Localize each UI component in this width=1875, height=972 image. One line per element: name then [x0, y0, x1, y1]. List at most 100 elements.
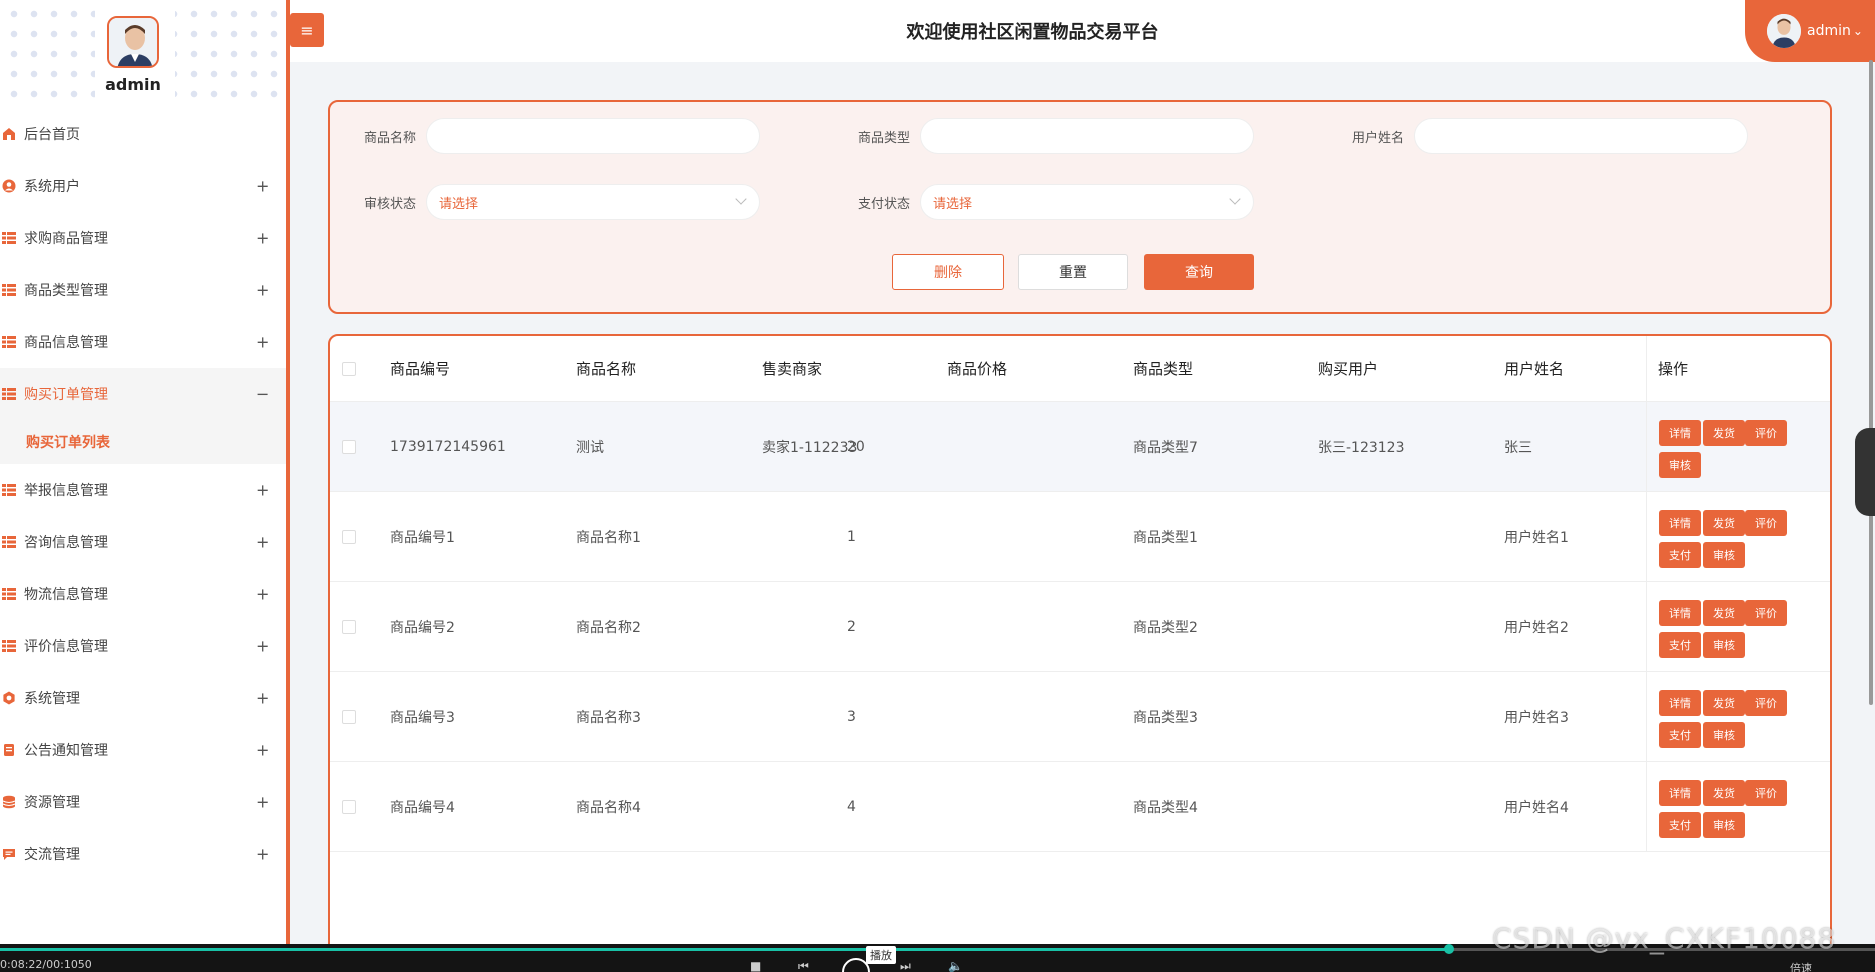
sidebar-item[interactable]: 举报信息管理 +: [0, 464, 286, 516]
row-action-button[interactable]: 发货: [1703, 780, 1745, 806]
next-icon[interactable]: ⏭: [900, 959, 911, 972]
volume-icon[interactable]: 🔈: [948, 959, 963, 972]
table-cell: 商品类型1: [1133, 529, 1198, 546]
row-action-button[interactable]: 审核: [1659, 452, 1701, 478]
row-action-button[interactable]: 详情: [1659, 780, 1701, 806]
column-header[interactable]: 用户姓名: [1504, 358, 1564, 379]
row-action-button[interactable]: 审核: [1703, 542, 1745, 568]
sidebar-item[interactable]: 公告通知管理 +: [0, 724, 286, 776]
column-header[interactable]: 售卖商家: [762, 358, 822, 379]
row-actions: 详情 发货 评价支付 审核: [1646, 762, 1830, 851]
user-icon: [2, 179, 16, 193]
row-action-button[interactable]: 发货: [1703, 690, 1745, 716]
row-action-button[interactable]: 支付: [1659, 542, 1701, 568]
sidebar-item[interactable]: 评价信息管理 +: [0, 620, 286, 672]
user-menu[interactable]: admin ⌄: [1745, 0, 1875, 62]
plus-icon[interactable]: +: [256, 281, 269, 300]
speed-button[interactable]: 倍速: [1790, 960, 1812, 972]
row-action-button[interactable]: 发货: [1703, 510, 1745, 536]
row-checkbox[interactable]: [342, 619, 356, 634]
plus-icon[interactable]: +: [256, 177, 269, 196]
row-action-button[interactable]: 支付: [1659, 812, 1701, 838]
row-action-button[interactable]: 审核: [1703, 812, 1745, 838]
plus-icon[interactable]: +: [256, 585, 269, 604]
sidebar-item[interactable]: 系统管理 +: [0, 672, 286, 724]
search-field-product-name: 商品名称: [358, 118, 760, 154]
stop-icon[interactable]: ■: [750, 959, 761, 972]
delete-button[interactable]: 删除: [892, 254, 1004, 290]
sidebar-item-label: 系统用户: [24, 179, 80, 195]
sidebar-item[interactable]: 系统用户 +: [0, 160, 286, 212]
previous-icon[interactable]: ⏮: [798, 959, 809, 972]
table-cell: 2: [847, 618, 856, 635]
minus-icon[interactable]: −: [256, 385, 269, 404]
sidebar-item[interactable]: 求购商品管理 +: [0, 212, 286, 264]
row-action-button[interactable]: 发货: [1703, 600, 1745, 626]
sidebar-item-label: 商品信息管理: [24, 335, 108, 351]
pay-status-select[interactable]: 请选择: [920, 184, 1254, 220]
row-checkbox[interactable]: [342, 709, 356, 724]
grid-icon: [2, 231, 16, 245]
plus-icon[interactable]: +: [256, 229, 269, 248]
plus-icon[interactable]: +: [256, 637, 269, 656]
row-action-button[interactable]: 支付: [1659, 632, 1701, 658]
avatar[interactable]: [107, 16, 159, 68]
floating-side-handle[interactable]: [1855, 428, 1875, 516]
column-header[interactable]: 购买用户: [1318, 358, 1378, 379]
sidebar-item[interactable]: 商品类型管理 +: [0, 264, 286, 316]
row-action-button[interactable]: 详情: [1659, 600, 1701, 626]
sidebar-item[interactable]: 物流信息管理 +: [0, 568, 286, 620]
sidebar-item[interactable]: 后台首页: [0, 108, 286, 160]
column-header[interactable]: 商品类型: [1133, 358, 1193, 379]
user-avatar: [1767, 14, 1801, 48]
reset-button[interactable]: 重置: [1018, 254, 1128, 290]
row-action-button[interactable]: 详情: [1659, 690, 1701, 716]
query-button[interactable]: 查询: [1144, 254, 1254, 290]
row-checkbox[interactable]: [342, 439, 356, 454]
sidebar-item[interactable]: 商品信息管理 +: [0, 316, 286, 368]
column-header[interactable]: 商品价格: [947, 358, 1007, 379]
row-action-button[interactable]: 审核: [1703, 632, 1745, 658]
table-row: 商品编号4 商品名称4 4 商品类型4 用户姓名4 详情 发货 评价 支付 审核: [330, 762, 1830, 852]
plus-icon[interactable]: +: [256, 741, 269, 760]
row-action-button[interactable]: 发货: [1703, 420, 1745, 446]
row-action-button[interactable]: 详情: [1659, 510, 1701, 536]
progress-knob[interactable]: [1444, 944, 1455, 954]
select-all-checkbox[interactable]: [342, 361, 356, 376]
row-action-button[interactable]: 审核: [1703, 722, 1745, 748]
row-action-button[interactable]: 评价: [1745, 420, 1787, 446]
product-type-input[interactable]: [920, 118, 1254, 154]
user-name-input[interactable]: [1414, 118, 1748, 154]
database-icon: [2, 795, 16, 809]
sidebar-item[interactable]: 咨询信息管理 +: [0, 516, 286, 568]
row-action-button[interactable]: 评价: [1745, 510, 1787, 536]
row-action-button[interactable]: 评价: [1745, 600, 1787, 626]
plus-icon[interactable]: +: [256, 333, 269, 352]
sidebar-item[interactable]: 购买订单管理 −: [0, 368, 286, 420]
sidebar-item[interactable]: 交流管理 +: [0, 828, 286, 880]
page-scrollbar[interactable]: [1869, 60, 1873, 705]
avatar-image: [109, 18, 157, 66]
sidebar-item-label: 物流信息管理: [24, 587, 108, 603]
plus-icon[interactable]: +: [256, 533, 269, 552]
row-checkbox[interactable]: [342, 529, 356, 544]
plus-icon[interactable]: +: [256, 793, 269, 812]
table-cell: 商品编号2: [390, 619, 455, 636]
audit-status-select[interactable]: 请选择: [426, 184, 760, 220]
column-header[interactable]: 商品名称: [576, 358, 636, 379]
watermark: CSDN @vx_CXKF10088: [1492, 922, 1837, 955]
row-action-button[interactable]: 评价: [1745, 690, 1787, 716]
row-action-button[interactable]: 支付: [1659, 722, 1701, 748]
submenu-item-order-list[interactable]: 购买订单列表: [0, 420, 286, 464]
plus-icon[interactable]: +: [256, 481, 269, 500]
row-action-button[interactable]: 评价: [1745, 780, 1787, 806]
sidebar-item-label: 交流管理: [24, 847, 80, 863]
sidebar-item[interactable]: 资源管理 +: [0, 776, 286, 828]
plus-icon[interactable]: +: [256, 845, 269, 864]
plus-icon[interactable]: +: [256, 689, 269, 708]
column-header[interactable]: 商品编号: [390, 358, 450, 379]
grid-icon: [2, 283, 16, 297]
row-checkbox[interactable]: [342, 799, 356, 814]
product-name-input[interactable]: [426, 118, 760, 154]
row-action-button[interactable]: 详情: [1659, 420, 1701, 446]
